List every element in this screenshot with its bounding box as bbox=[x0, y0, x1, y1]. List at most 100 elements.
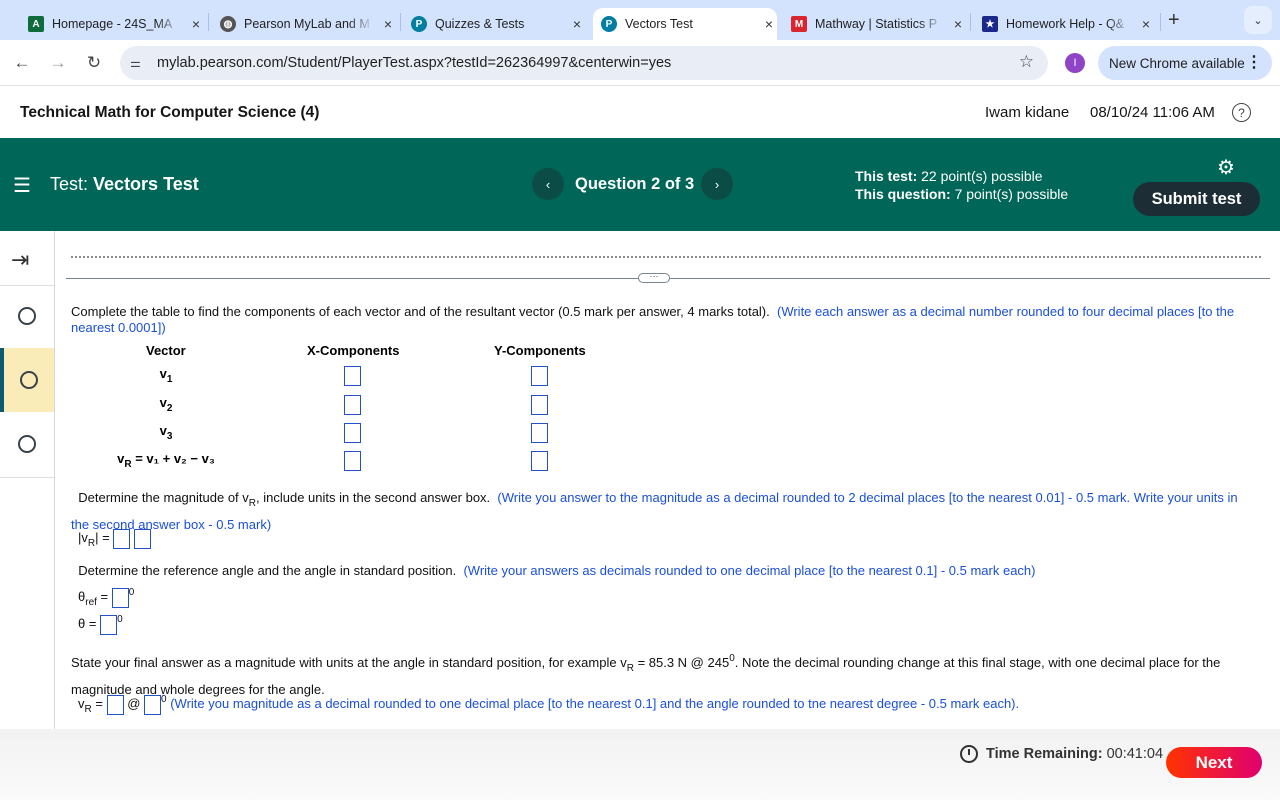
settings-gear-icon[interactable]: ⚙ bbox=[1217, 155, 1235, 180]
table-instructions: Complete the table to find the component… bbox=[71, 304, 1251, 336]
test-title: Test: Vectors Test bbox=[50, 174, 199, 195]
clock-icon bbox=[960, 745, 978, 763]
new-chrome-label: New Chrome available bbox=[1109, 55, 1245, 71]
vr-y-input[interactable] bbox=[531, 451, 548, 471]
next-question-button[interactable]: › bbox=[701, 168, 733, 200]
tab-title: Pearson MyLab and M bbox=[244, 17, 370, 31]
this-question-value: 7 point(s) possible bbox=[954, 186, 1069, 202]
v2-y-input[interactable] bbox=[531, 395, 548, 415]
table-intro: Complete the table to find the component… bbox=[71, 304, 770, 319]
v3-x-input[interactable] bbox=[344, 423, 361, 443]
browser-tab-vectors-test[interactable]: P Vectors Test × bbox=[593, 8, 777, 40]
forward-button[interactable]: → bbox=[45, 50, 71, 76]
browser-tab-mathway[interactable]: M Mathway | Statistics P × bbox=[783, 8, 966, 40]
browser-tab-quizzes[interactable]: P Quizzes & Tests × bbox=[403, 8, 585, 40]
datetime: 08/10/24 11:06 AM bbox=[1090, 104, 1215, 121]
mathway-icon: M bbox=[791, 16, 807, 32]
browser-tab-bar: A Homepage - 24S_MA × ◍ Pearson MyLab an… bbox=[0, 0, 1280, 40]
status-circle-icon bbox=[20, 371, 38, 389]
url-text[interactable]: mylab.pearson.com/Student/PlayerTest.asp… bbox=[157, 55, 671, 71]
chevron-down-icon: ⌄ bbox=[1253, 14, 1263, 27]
tab-separator bbox=[208, 13, 209, 31]
reload-icon: ↻ bbox=[86, 53, 102, 72]
standard-angle-row: θ = 0 bbox=[78, 610, 123, 635]
angle-instructions: Determine the reference angle and the an… bbox=[78, 563, 1036, 578]
reference-angle-input[interactable] bbox=[111, 587, 129, 608]
v3-y-input[interactable] bbox=[531, 423, 548, 443]
submit-test-button[interactable]: Submit test bbox=[1133, 182, 1260, 216]
test-name: Vectors Test bbox=[93, 174, 199, 194]
time-remaining: Time Remaining: 00:41:04 bbox=[960, 745, 1163, 763]
magnitude-answer-row: |vR| = bbox=[78, 528, 151, 554]
expand-sidebar-icon[interactable]: ⇥ bbox=[11, 247, 29, 273]
vector-label: v1 bbox=[159, 366, 173, 385]
magnitude-instructions: Determine the magnitude of vR, include u… bbox=[71, 490, 1238, 532]
close-tab-icon[interactable]: × bbox=[950, 16, 966, 32]
sidebar-question-1[interactable] bbox=[0, 284, 54, 348]
pearson-icon: P bbox=[411, 16, 427, 32]
vector-label: v3 bbox=[159, 423, 173, 442]
pearson-icon: P bbox=[601, 16, 617, 32]
address-bar[interactable]: ⚌ mylab.pearson.com/Student/PlayerTest.a… bbox=[120, 46, 1048, 80]
v2-x-input[interactable] bbox=[344, 395, 361, 415]
vector-label: vR = v₁ + v₂ − v₃ bbox=[117, 451, 215, 470]
v1-y-input[interactable] bbox=[531, 366, 548, 386]
final-angle-input[interactable] bbox=[144, 694, 162, 715]
column-header-y: Y-Components bbox=[494, 343, 586, 358]
close-tab-icon[interactable]: × bbox=[1138, 16, 1154, 32]
standard-angle-input[interactable] bbox=[100, 614, 118, 635]
help-icon[interactable]: ? bbox=[1232, 103, 1251, 122]
magnitude-value-input[interactable] bbox=[113, 528, 131, 549]
new-chrome-available-button[interactable]: New Chrome available ⋮ bbox=[1098, 46, 1272, 80]
vr-x-input[interactable] bbox=[344, 451, 361, 471]
close-tab-icon[interactable]: × bbox=[569, 16, 585, 32]
pane-resize-handle[interactable]: ··· bbox=[638, 272, 670, 283]
course-title: Technical Math for Computer Science (4) bbox=[20, 104, 320, 121]
collapsed-question-text bbox=[71, 256, 1261, 259]
points-info: This test: 22 point(s) possible This que… bbox=[855, 167, 1068, 203]
final-magnitude-input[interactable] bbox=[106, 694, 124, 715]
this-test-label: This test: bbox=[855, 168, 918, 184]
footer-bar: Time Remaining: 00:41:04 Next bbox=[0, 729, 1280, 800]
browser-tab-homepage[interactable]: A Homepage - 24S_MA × bbox=[20, 8, 204, 40]
arrow-left-icon: ← bbox=[13, 53, 31, 72]
browser-toolbar: ← → ↻ ⚌ mylab.pearson.com/Student/Player… bbox=[0, 40, 1280, 86]
tab-title: Vectors Test bbox=[625, 17, 693, 31]
v1-x-input[interactable] bbox=[344, 366, 361, 386]
globe-icon: ◍ bbox=[220, 16, 236, 32]
close-tab-icon[interactable]: × bbox=[761, 16, 777, 32]
question-counter: Question 2 of 3 bbox=[575, 175, 695, 193]
tab-search-button[interactable]: ⌄ bbox=[1244, 6, 1272, 34]
chevron-left-icon: ‹ bbox=[545, 176, 551, 192]
previous-question-button[interactable]: ‹ bbox=[532, 168, 564, 200]
close-tab-icon[interactable]: × bbox=[188, 16, 204, 32]
status-circle-icon bbox=[18, 435, 36, 453]
sidebar-question-2[interactable] bbox=[0, 348, 54, 412]
ac-logo-icon: A bbox=[28, 16, 44, 32]
page-header: Technical Math for Computer Science (4) … bbox=[0, 87, 1280, 138]
browser-tab-homework-help[interactable]: ★ Homework Help - Q& × bbox=[974, 8, 1154, 40]
sidebar-question-3[interactable] bbox=[0, 412, 54, 476]
next-button[interactable]: Next bbox=[1166, 747, 1262, 778]
chevron-right-icon: › bbox=[714, 176, 720, 192]
magnitude-units-input[interactable] bbox=[133, 528, 151, 549]
reload-button[interactable]: ↻ bbox=[81, 50, 107, 76]
test-prefix: Test: bbox=[50, 174, 89, 194]
hamburger-menu-icon[interactable]: ☰ bbox=[13, 173, 31, 198]
star-shield-icon: ★ bbox=[982, 16, 998, 32]
more-menu-icon[interactable]: ⋮ bbox=[1246, 52, 1262, 72]
new-tab-button[interactable]: + bbox=[1168, 9, 1180, 32]
vector-label: v2 bbox=[159, 395, 173, 414]
tab-title: Homework Help - Q& bbox=[1006, 17, 1125, 31]
test-bar: ☰ Test: Vectors Test ‹ Question 2 of 3 ›… bbox=[0, 138, 1280, 231]
back-button[interactable]: ← bbox=[9, 50, 35, 76]
bookmark-star-icon[interactable]: ☆ bbox=[1019, 52, 1034, 72]
site-settings-icon[interactable]: ⚌ bbox=[130, 56, 152, 70]
browser-tab-pearson-mylab[interactable]: ◍ Pearson MyLab and M × bbox=[212, 8, 396, 40]
profile-avatar[interactable]: I bbox=[1065, 53, 1085, 73]
question-sidebar: ⇥ bbox=[0, 231, 55, 729]
tab-separator bbox=[1160, 13, 1161, 31]
close-tab-icon[interactable]: × bbox=[380, 16, 396, 32]
time-label: Time Remaining: bbox=[986, 746, 1103, 762]
time-value: 00:41:04 bbox=[1106, 746, 1164, 762]
